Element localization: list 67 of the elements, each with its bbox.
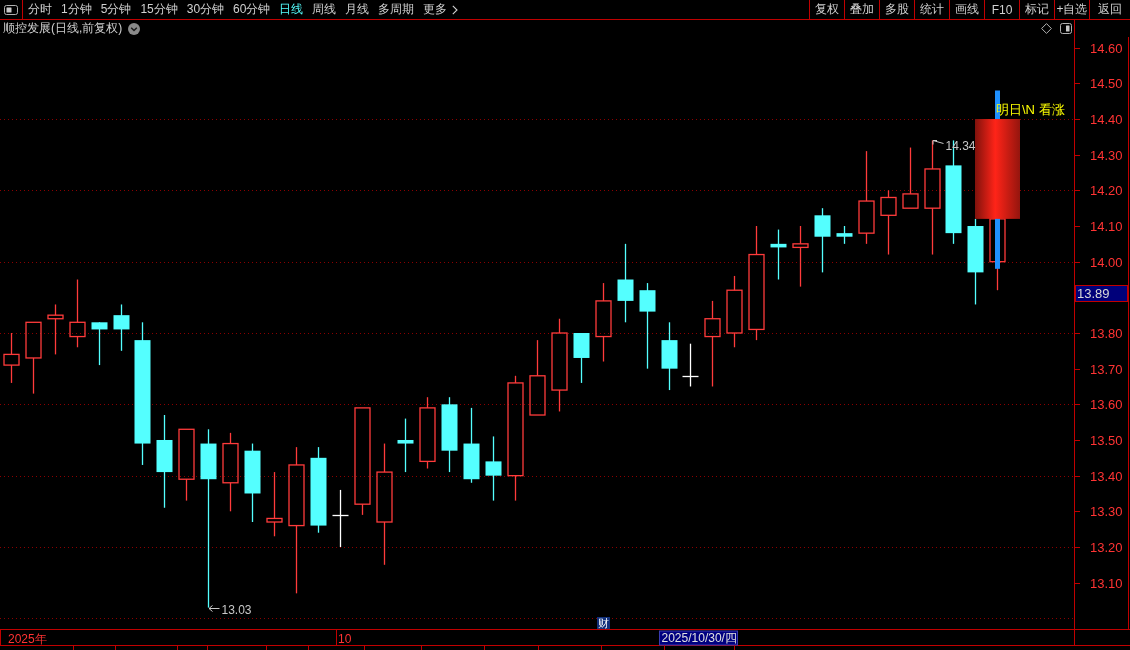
panel-toggle-icon[interactable] [1060,23,1072,34]
candle [331,489,350,548]
arrow-icon [932,140,944,145]
chevron-down-icon[interactable] [128,22,141,35]
candle [573,332,590,384]
period-tab[interactable]: 月线 [345,1,370,18]
cursor-date-tag: 2025/10/30/四 [659,630,738,646]
candle [792,225,809,288]
candle [836,225,853,245]
candle [814,207,831,273]
arrow-icon [208,605,220,612]
toolbar-button[interactable]: 统计 [914,0,949,19]
price-axis-label: 13.20 [1090,540,1123,555]
toolbar-button[interactable]: 多股 [879,0,914,19]
toolbar-button[interactable]: F10 [984,0,1019,19]
toolbar-button[interactable]: 返回 [1089,0,1130,19]
price-axis-label: 13.60 [1090,397,1123,412]
candle [69,278,86,348]
price-axis-label: 13.50 [1090,433,1123,448]
candle [397,417,414,473]
candle [902,146,919,209]
toolbar-button[interactable]: 标记 [1019,0,1054,19]
chevron-right-icon [452,4,459,15]
price-axis-label: 14.30 [1090,148,1123,163]
period-tab[interactable]: 分时 [28,1,52,18]
price-axis-label: 14.10 [1090,219,1123,234]
price-axis-label: 13.80 [1090,326,1123,341]
period-tab[interactable]: 60分钟 [233,1,271,18]
candle [880,189,897,256]
price-axis-label: 13.40 [1090,469,1123,484]
period-tab[interactable]: 1分钟 [61,1,92,18]
candle [485,435,502,502]
panel-toggle-icon[interactable] [4,4,18,15]
candle [681,343,700,388]
period-tab[interactable]: 周线 [312,1,337,18]
date-axis-label: 10 [338,631,352,646]
period-tab[interactable]: 15分钟 [140,1,178,18]
toolbar-button[interactable]: 画线 [949,0,984,19]
candle [266,471,283,537]
period-tab[interactable]: 多周期 [378,1,415,18]
period-tab[interactable]: 日线 [279,1,304,18]
price-axis-label: 14.00 [1090,255,1123,270]
candle [3,332,20,384]
diamond-icon[interactable] [1041,23,1052,34]
price-axis-label: 14.50 [1090,76,1123,91]
toolbar-button[interactable]: 叠加 [844,0,879,19]
low-price-label: 13.03 [221,602,252,617]
period-tab[interactable]: 30分钟 [186,1,225,18]
chart-title: 顺控发展(日线,前复权) [3,20,123,37]
toolbar-button[interactable]: +自选 [1054,0,1089,19]
toolbar-button[interactable]: 复权 [809,0,844,19]
price-axis-label: 14.60 [1090,41,1123,56]
price-axis-label: 14.20 [1090,183,1123,198]
price-axis-label: 13.30 [1090,504,1123,519]
candle [47,303,64,356]
candle [113,303,130,352]
candle [770,228,787,281]
more-tab[interactable]: 更多 [423,1,459,18]
last-price-tag: 13.89 [1075,285,1128,302]
period-tab[interactable]: 5分钟 [100,1,132,18]
event-marker: 财 [597,617,610,629]
year-label: 2025年 [8,631,47,646]
price-axis-label: 13.70 [1090,362,1123,377]
price-axis-label: 13.10 [1090,576,1123,591]
candle [91,321,108,366]
candle [661,321,678,391]
price-axis-label: 14.40 [1090,112,1123,127]
